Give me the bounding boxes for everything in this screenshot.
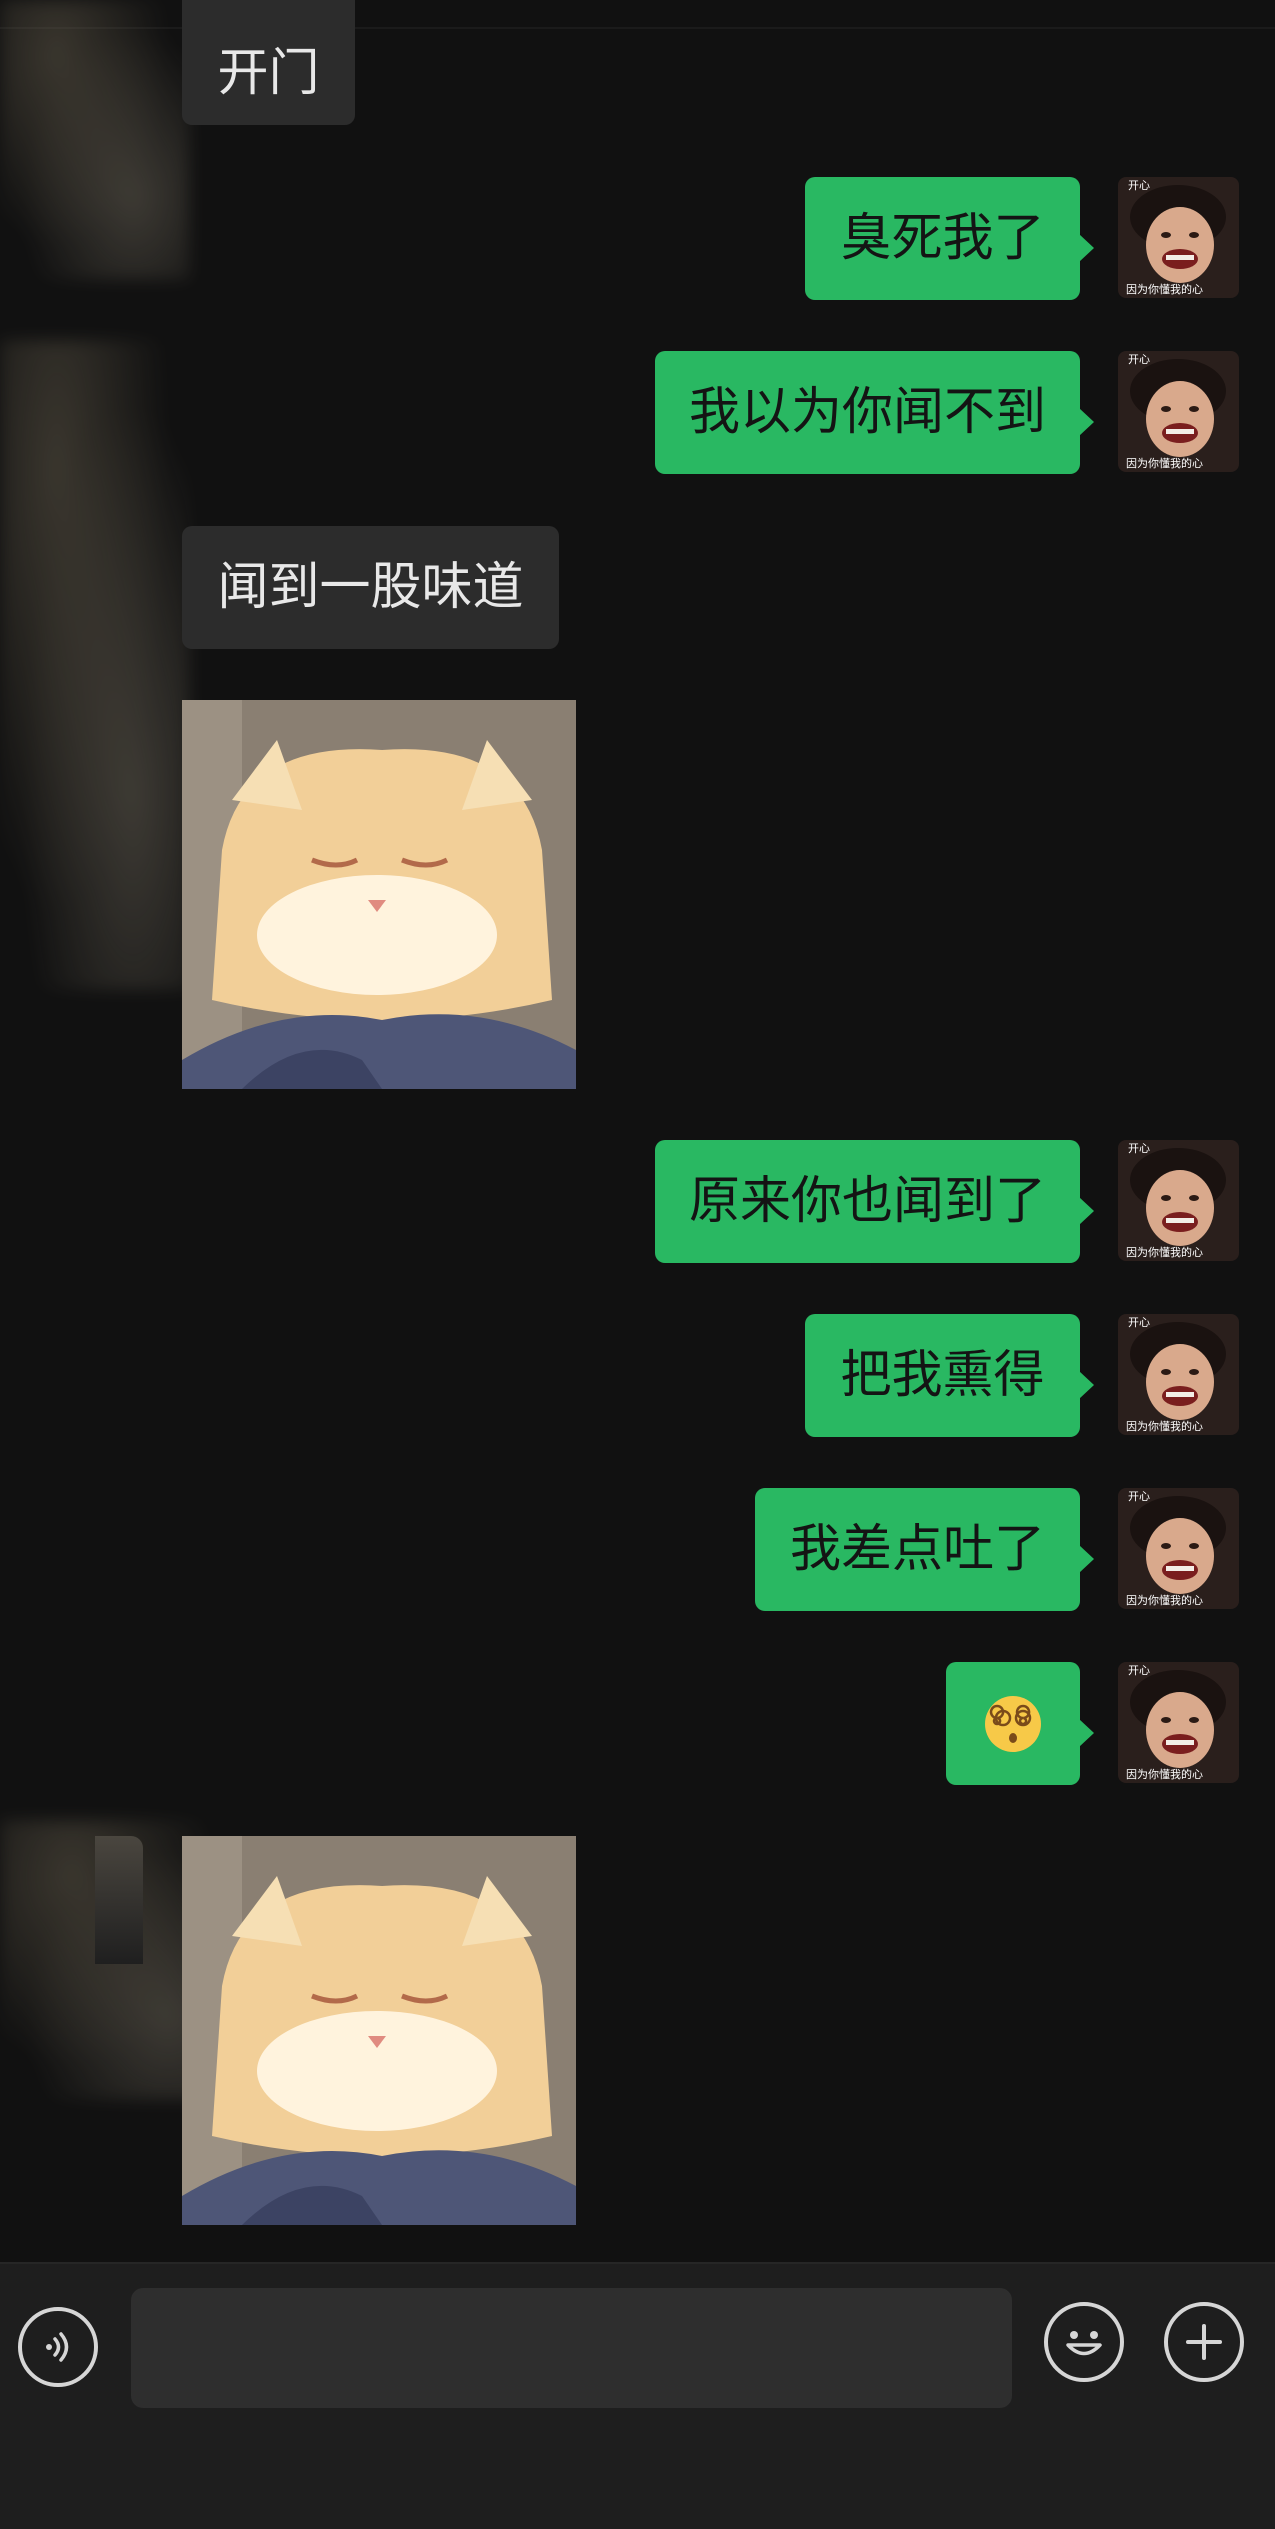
svg-text:因为你懂我的心: 因为你懂我的心 <box>1126 456 1203 470</box>
user-avatar[interactable]: 开心 因为你懂我的心 <box>1118 351 1239 472</box>
dizzy-face-emoji-icon <box>985 1695 1041 1752</box>
avatar-image: 开心 因为你懂我的心 <box>1118 1140 1239 1261</box>
svg-text:开心: 开心 <box>1128 179 1150 192</box>
cat-sticker[interactable] <box>182 700 576 1089</box>
blurred-background-left <box>0 340 190 990</box>
svg-text:因为你懂我的心: 因为你懂我的心 <box>1126 1419 1203 1433</box>
voice-icon <box>46 2332 69 2362</box>
user-avatar[interactable]: 开心 因为你懂我的心 <box>1118 1488 1239 1609</box>
outgoing-emoji-bubble[interactable] <box>946 1662 1094 1785</box>
emoji-button[interactable] <box>1044 2302 1124 2382</box>
message-text: 原来你也闻到了 <box>688 1172 1046 1231</box>
message-text: 闻到一股味道 <box>217 558 524 617</box>
blurred-background-left <box>0 0 190 280</box>
user-avatar[interactable]: 开心 因为你懂我的心 <box>1118 1662 1239 1783</box>
svg-text:因为你懂我的心: 因为你懂我的心 <box>1126 1245 1203 1259</box>
svg-text:因为你懂我的心: 因为你懂我的心 <box>1126 1767 1203 1781</box>
user-avatar[interactable]: 开心 因为你懂我的心 <box>1118 1140 1239 1261</box>
plus-icon <box>1186 2324 1222 2360</box>
svg-text:开心: 开心 <box>1128 353 1150 366</box>
message-input-bar <box>0 2262 1275 2529</box>
more-options-button[interactable] <box>1164 2302 1244 2382</box>
user-avatar[interactable]: 开心 因为你懂我的心 <box>1118 1314 1239 1435</box>
svg-text:因为你懂我的心: 因为你懂我的心 <box>1126 1593 1203 1607</box>
message-text: 把我熏得 <box>840 1346 1045 1405</box>
smiley-icon <box>1066 2331 1102 2356</box>
cat-sticker-image <box>182 1836 576 2225</box>
svg-text:开心: 开心 <box>1128 1316 1150 1329</box>
avatar-image: 开心 因为你懂我的心 <box>1118 1662 1239 1783</box>
svg-text:开心: 开心 <box>1128 1490 1150 1503</box>
outgoing-message-bubble[interactable]: 我差点吐了 <box>755 1488 1094 1611</box>
avatar-image: 开心 因为你懂我的心 <box>1118 1488 1239 1609</box>
outgoing-message-bubble[interactable]: 把我熏得 <box>805 1314 1094 1437</box>
message-input[interactable] <box>131 2288 1012 2408</box>
message-text: 臭死我了 <box>840 209 1045 268</box>
avatar-image: 开心 因为你懂我的心 <box>1118 1314 1239 1435</box>
avatar-image: 开心 因为你懂我的心 <box>1118 177 1239 298</box>
outgoing-message-bubble[interactable]: 原来你也闻到了 <box>655 1140 1094 1263</box>
incoming-message-bubble[interactable]: 开门 <box>182 0 355 125</box>
incoming-message-bubble[interactable]: 闻到一股味道 <box>182 526 559 649</box>
user-avatar[interactable]: 开心 因为你懂我的心 <box>1118 177 1239 298</box>
avatar-image: 开心 因为你懂我的心 <box>1118 351 1239 472</box>
voice-input-button[interactable] <box>18 2307 98 2387</box>
chat-area[interactable]: 开门 臭死我了 开心 因为你懂我的心 我以为你闻不到 开心 因为你懂我的心 闻到… <box>0 0 1275 2262</box>
svg-text:开心: 开心 <box>1128 1664 1150 1677</box>
message-text: 我以为你闻不到 <box>688 383 1046 442</box>
cat-sticker-image <box>182 700 576 1089</box>
outgoing-message-bubble[interactable]: 我以为你闻不到 <box>655 351 1094 474</box>
outgoing-message-bubble[interactable]: 臭死我了 <box>805 177 1094 300</box>
svg-text:因为你懂我的心: 因为你懂我的心 <box>1126 282 1203 296</box>
svg-text:开心: 开心 <box>1128 1142 1150 1155</box>
partial-image-thumbnail <box>95 1836 143 1964</box>
cat-sticker[interactable] <box>182 1836 576 2225</box>
message-text: 开门 <box>217 44 320 103</box>
message-text: 我差点吐了 <box>789 1520 1045 1579</box>
